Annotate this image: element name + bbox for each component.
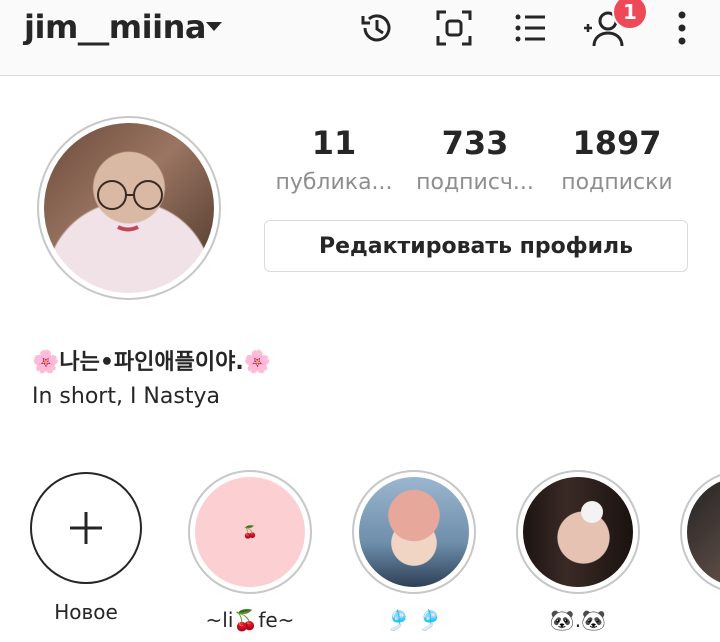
highlight-panda[interactable]: 🐼.🐼 [514,470,642,632]
notification-badge: 1 [612,0,648,30]
stat-posts-count: 11 [311,124,357,162]
highlight-label: ~ [678,608,720,632]
stat-followers[interactable]: 733 подписч... [404,124,546,195]
highlight-label: 🐼.🐼 [549,608,607,632]
stat-posts-label: публика... [275,170,393,195]
highlight-label: ~li🍒fe~ [205,608,295,632]
chevron-down-icon[interactable] [206,22,222,31]
stat-posts[interactable]: 11 публика... [264,124,404,195]
highlight-life[interactable]: 🍒 ~li🍒fe~ [186,470,314,632]
top-bar: jim__miina 1 [0,0,720,76]
stat-followers-label: подписч... [416,170,534,195]
stat-following-count: 1897 [572,124,662,162]
stat-followers-count: 733 [441,124,509,162]
panda-sticker-icon [581,501,603,523]
highlight-more[interactable]: ~ [678,470,720,632]
avatar[interactable] [44,123,214,293]
username-title[interactable]: jim__miina [24,8,206,46]
bio-name: 🌸나는•파인애플이야.🌸 [32,350,272,375]
highlight-label: Новое [54,600,118,624]
edit-profile-button[interactable]: Редактировать профиль [264,220,688,272]
history-icon[interactable] [355,6,399,50]
cherry-icon: 🍒 [242,525,258,539]
more-icon[interactable] [660,6,704,50]
list-star-icon[interactable] [508,6,552,50]
highlight-new[interactable]: Новое [22,470,150,624]
stat-following[interactable]: 1897 подписки [552,124,682,195]
highlight-label: 🎐 🎐 [385,608,443,632]
scan-icon[interactable] [432,6,476,50]
bio-text: In short, I Nastya [32,384,220,409]
plus-icon [70,512,102,544]
stat-following-label: подписки [561,170,673,195]
highlight-jimin[interactable]: 🎐 🎐 [350,470,478,632]
